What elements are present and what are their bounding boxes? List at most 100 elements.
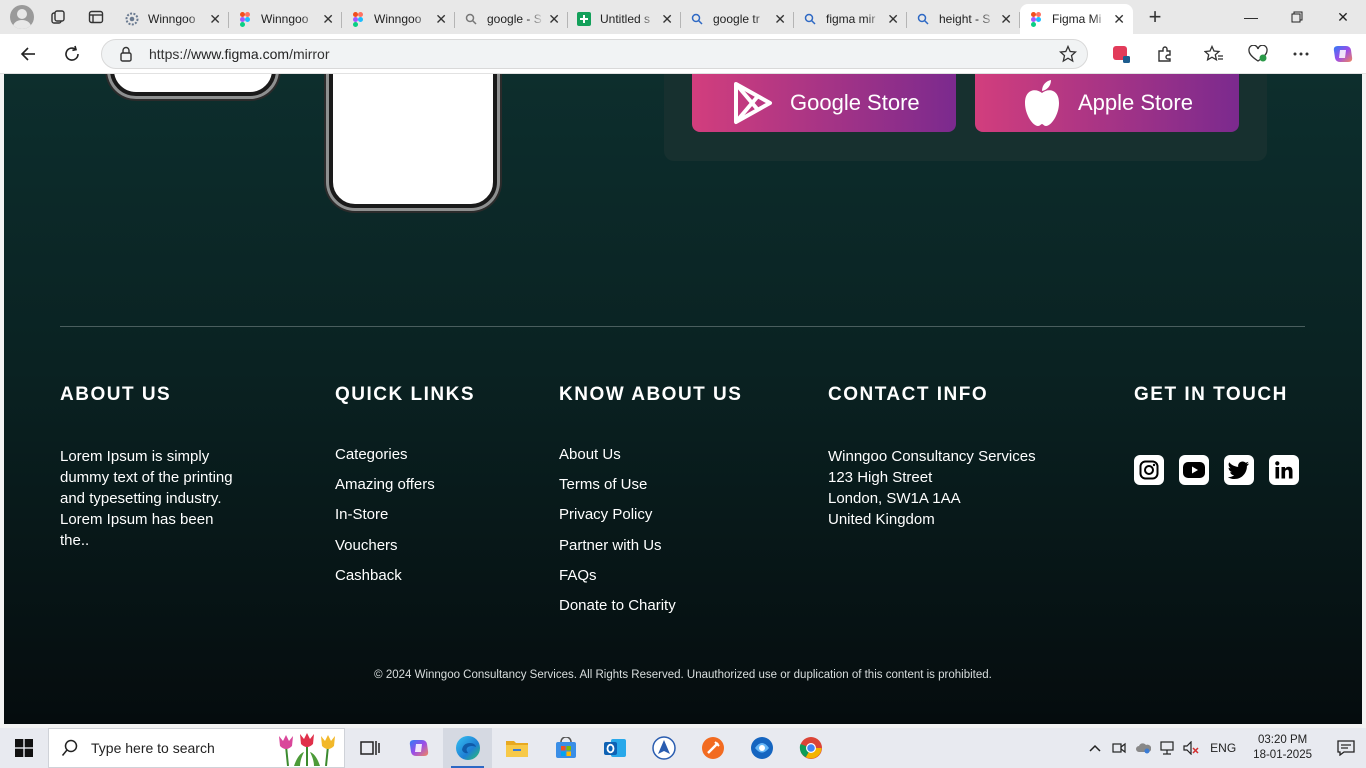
quick-links-list: Categories Amazing offers In-Store Vouch… (335, 446, 475, 597)
url-host: www.figma.com (191, 46, 290, 62)
tab-strip: Winngoo ✕ Winngoo ✕ Winngoo ✕ google - S… (0, 0, 1366, 34)
file-explorer-icon[interactable] (492, 728, 541, 768)
close-window-icon[interactable]: ✕ (1320, 0, 1366, 34)
social-links (1134, 455, 1299, 485)
close-tab-icon[interactable]: ✕ (661, 11, 673, 28)
gear-favicon-icon (124, 11, 140, 27)
footer-link-partner[interactable]: Partner with Us (559, 537, 742, 567)
close-tab-icon[interactable]: ✕ (1113, 11, 1125, 28)
address-bar[interactable]: https://www.figma.com/mirror (101, 39, 1088, 69)
youtube-icon[interactable] (1179, 455, 1209, 485)
close-tab-icon[interactable]: ✕ (1000, 11, 1012, 28)
linkedin-icon[interactable] (1269, 455, 1299, 485)
windows-start-icon[interactable] (0, 728, 48, 768)
browser-tab[interactable]: height - S ✕ (907, 4, 1020, 34)
task-view-icon[interactable] (345, 728, 394, 768)
taskbar-clock[interactable]: 03:20 PM 18-01-2025 (1253, 733, 1312, 763)
footer-link-categories[interactable]: Categories (335, 446, 475, 476)
workspaces-icon[interactable] (44, 3, 72, 31)
network-icon[interactable] (1155, 741, 1179, 755)
browser-essentials-icon[interactable] (1244, 40, 1272, 68)
tab-title: google - S (487, 12, 542, 26)
footer-link-donate[interactable]: Donate to Charity (559, 597, 742, 627)
tulips-search-highlight-icon (274, 732, 340, 766)
apple-store-label: Apple Store (1078, 90, 1193, 115)
volume-muted-icon[interactable] (1179, 741, 1203, 755)
close-tab-icon[interactable]: ✕ (322, 11, 334, 28)
copilot-taskbar-icon[interactable] (394, 728, 443, 768)
search-favicon-icon (689, 11, 705, 27)
instagram-icon[interactable] (1134, 455, 1164, 485)
microsoft-store-icon[interactable] (541, 728, 590, 768)
extension-app-icon[interactable] (1107, 40, 1135, 68)
footer-link-cashback[interactable]: Cashback (335, 567, 475, 597)
browser-tab-active[interactable]: Figma Mi ✕ (1020, 4, 1133, 34)
browser-tab[interactable]: Winngoo ✕ (342, 4, 455, 34)
extensions-puzzle-icon[interactable] (1151, 40, 1179, 68)
close-tab-icon[interactable]: ✕ (887, 11, 899, 28)
contact-street: 123 High Street (828, 469, 933, 486)
close-tab-icon[interactable]: ✕ (209, 11, 221, 28)
footer-link-amazing-offers[interactable]: Amazing offers (335, 476, 475, 506)
close-tab-icon[interactable]: ✕ (435, 11, 447, 28)
tab-title: height - S (939, 12, 991, 26)
blue-app-icon[interactable] (737, 728, 786, 768)
apple-store-button[interactable]: Apple Store (975, 74, 1239, 132)
taskbar-search-box[interactable]: Type here to search (48, 728, 345, 768)
favorites-icon[interactable] (1200, 40, 1228, 68)
more-options-icon[interactable] (1287, 40, 1315, 68)
search-icon (61, 739, 79, 757)
footer-link-vouchers[interactable]: Vouchers (335, 537, 475, 567)
footer-link-terms[interactable]: Terms of Use (559, 476, 742, 506)
refresh-icon[interactable] (58, 40, 86, 68)
copilot-icon[interactable] (1329, 40, 1357, 68)
windows-taskbar: Type here to search ENG 03:20 PM 18-01-2… (0, 728, 1366, 768)
orange-app-icon[interactable] (688, 728, 737, 768)
tab-title: google tr (713, 12, 760, 26)
outlook-icon[interactable] (590, 728, 639, 768)
google-store-button[interactable]: Google Store (692, 74, 956, 132)
browser-tab[interactable]: google - S ✕ (455, 4, 568, 34)
tab-actions-icon[interactable] (82, 3, 110, 31)
close-tab-icon[interactable]: ✕ (774, 11, 786, 28)
google-play-icon (730, 80, 776, 126)
footer-link-about-us[interactable]: About Us (559, 446, 742, 476)
footer-link-privacy[interactable]: Privacy Policy (559, 506, 742, 536)
footer-link-in-store[interactable]: In-Store (335, 506, 475, 536)
footer-link-faqs[interactable]: FAQs (559, 567, 742, 597)
browser-tab[interactable]: figma mir ✕ (794, 4, 907, 34)
contact-heading: CONTACT INFO (828, 384, 989, 405)
close-tab-icon[interactable]: ✕ (548, 11, 560, 28)
edge-browser-icon[interactable] (443, 728, 492, 768)
onedrive-icon[interactable] (1131, 742, 1155, 754)
about-text: Lorem Ipsum is simply dummy text of the … (60, 448, 233, 549)
tab-title: Winngoo (261, 12, 309, 26)
app-launcher-icon[interactable] (639, 728, 688, 768)
quick-links-heading: QUICK LINKS (335, 384, 475, 405)
minimize-icon[interactable]: — (1228, 0, 1274, 34)
site-info-lock-icon[interactable] (119, 46, 133, 67)
browser-tab[interactable]: Untitled s ✕ (568, 4, 681, 34)
restore-icon[interactable] (1274, 0, 1320, 34)
favorite-star-icon[interactable] (1058, 44, 1078, 68)
system-tray: ENG 03:20 PM 18-01-2025 (1083, 728, 1366, 768)
profile-avatar-icon[interactable] (10, 5, 34, 29)
url-scheme: https:// (149, 46, 192, 62)
about-heading: ABOUT US (60, 384, 172, 405)
chevron-up-icon[interactable] (1083, 744, 1107, 752)
search-favicon-icon (463, 11, 479, 27)
chrome-icon[interactable] (786, 728, 835, 768)
twitter-icon[interactable] (1224, 455, 1254, 485)
language-indicator[interactable]: ENG (1203, 741, 1243, 755)
notifications-icon[interactable] (1326, 740, 1366, 756)
browser-tab[interactable]: google tr ✕ (681, 4, 794, 34)
browser-tab[interactable]: Winngoo ✕ (116, 4, 229, 34)
footer-quick-links-column: QUICK LINKS Categories Amazing offers In… (335, 384, 475, 597)
search-favicon-icon (802, 11, 818, 27)
meet-now-icon[interactable] (1107, 741, 1131, 755)
back-arrow-icon[interactable] (14, 40, 42, 68)
browser-tab[interactable]: Winngoo ✕ (229, 4, 342, 34)
new-tab-button[interactable]: + (1141, 3, 1169, 31)
know-about-list: About Us Terms of Use Privacy Policy Par… (559, 446, 742, 627)
footer-about-column: ABOUT US Lorem Ipsum is simply dummy tex… (60, 384, 250, 551)
